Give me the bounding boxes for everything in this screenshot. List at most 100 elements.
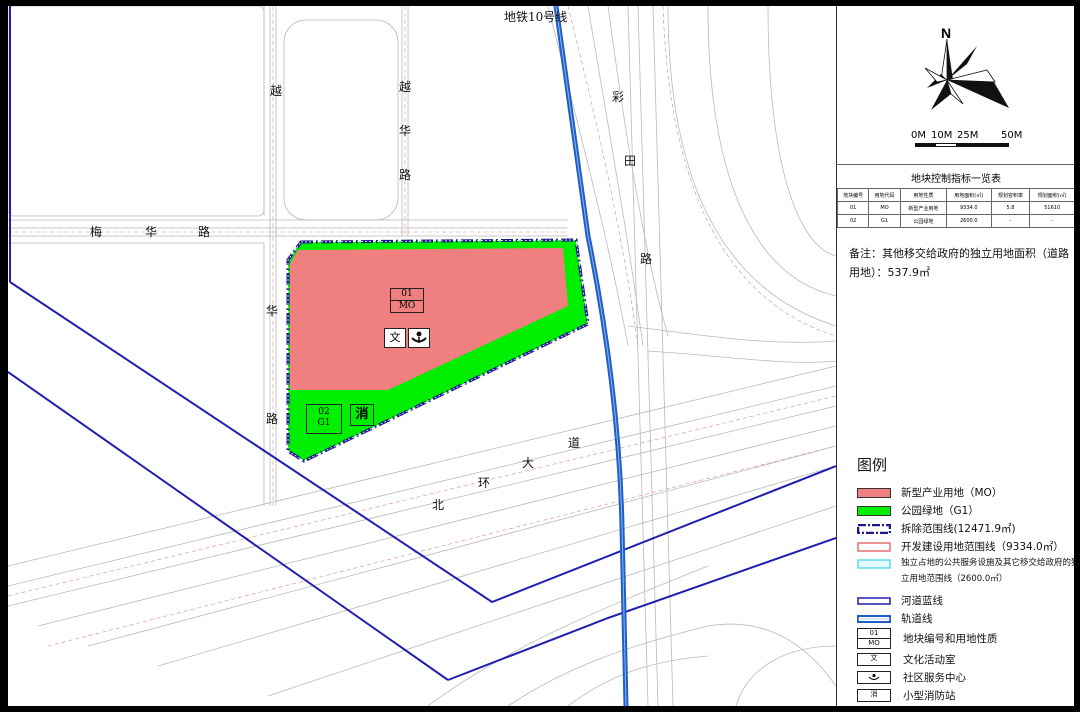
legend-swatch-demolition bbox=[857, 523, 891, 534]
road-caitian-char: 彩 bbox=[612, 90, 625, 104]
legend-culture-symbol: 文 bbox=[857, 653, 891, 666]
legend-swatch-river bbox=[857, 596, 891, 605]
legend-swatch-dev-boundary bbox=[857, 541, 891, 552]
legend-item: 公园绿地（G1） bbox=[857, 503, 979, 518]
road-meihua-char: 华 bbox=[145, 225, 158, 239]
table-header: 规划面积(㎡) bbox=[1029, 188, 1074, 202]
scale-label: 0M bbox=[911, 130, 926, 141]
legend-label: 公园绿地（G1） bbox=[901, 505, 979, 517]
table-header: 用地性质 bbox=[899, 188, 947, 202]
legend-swatch-g1 bbox=[857, 505, 891, 516]
road-meihua-char: 路 bbox=[198, 225, 211, 239]
road-yuehua-char: 越 bbox=[399, 80, 412, 94]
control-index-table: 地块编号 用地代码 用地性质 用地面积(㎡) 规划容积率 规划面积(㎡) 01 … bbox=[836, 188, 1074, 228]
legend-parcel-use: MO bbox=[858, 638, 890, 648]
parcel-02-code: 02 bbox=[318, 407, 330, 417]
table-cell: 01 bbox=[836, 201, 870, 215]
info-panel: N 0M 10M 25M 50M 地块控制指标一览表 地块编号 用地代码 用地性… bbox=[836, 6, 1074, 706]
road-beihuan-char: 北 bbox=[432, 498, 445, 512]
table-title: 地块控制指标一览表 bbox=[911, 174, 1001, 185]
note-text: 备注：其他移交给政府的独立用地面积（道路用地）：537.9㎡ bbox=[849, 247, 1069, 279]
compass-north: N bbox=[941, 25, 951, 41]
table-row: 02 G1 公园绿地 2600.0 - - bbox=[836, 214, 1074, 228]
legend-swatch-mo bbox=[857, 487, 891, 498]
scale-label: 25M bbox=[957, 130, 979, 141]
road-hualu-char: 路 bbox=[266, 412, 279, 426]
parcel-01-label: 01 MO bbox=[390, 288, 424, 313]
table-cell: G1 bbox=[868, 214, 901, 228]
legend-swatch-rail bbox=[857, 614, 891, 623]
culture-room-char: 文 bbox=[389, 331, 401, 344]
legend-swatch-public-facility bbox=[857, 559, 891, 569]
legend-label: 新型产业用地（MO） bbox=[901, 487, 1003, 499]
legend-label: 河道蓝线 bbox=[901, 595, 943, 607]
table-header-row: 地块编号 用地代码 用地性质 用地面积(㎡) 规划容积率 规划面积(㎡) bbox=[836, 188, 1074, 202]
road-meihua-char: 梅 bbox=[90, 225, 103, 239]
table-cell: 9334.0 bbox=[945, 201, 992, 215]
table-cell: 51610 bbox=[1029, 201, 1074, 215]
legend-parcel-code: 01 bbox=[869, 629, 879, 637]
scale-label: 50M bbox=[1001, 130, 1023, 141]
legend-label: 轨道线 bbox=[901, 613, 933, 625]
road-beihuan-char: 道 bbox=[568, 436, 581, 450]
legend-title: 图例 bbox=[857, 456, 888, 474]
parcel-01-code: 01 bbox=[401, 289, 413, 299]
map-sheet: 地铁10号线 越 越 华 路 彩 田 路 梅 华 路 华 路 北 环 大 道 0… bbox=[8, 6, 1074, 706]
legend-item: 消 小型消防站 bbox=[857, 688, 956, 703]
legend-fire-symbol: 消 bbox=[857, 689, 891, 702]
block-n bbox=[283, 19, 399, 221]
legend-parcel-symbol: 01 MO bbox=[857, 628, 891, 649]
compass-icon: N bbox=[924, 25, 1009, 110]
legend-label: 地块编号和用地性质 bbox=[903, 633, 998, 645]
legend-label: 开发建设用地范围线（9334.0㎡） bbox=[901, 541, 1064, 553]
scale-bar: 0M 10M 25M 50M bbox=[911, 130, 1022, 148]
road-yuehua-char: 越 bbox=[270, 84, 283, 98]
road-hualu-char: 华 bbox=[266, 304, 279, 318]
table-cell: - bbox=[1029, 214, 1074, 228]
road-yuehua-char: 路 bbox=[399, 168, 412, 182]
legend-fire-char: 消 bbox=[870, 690, 878, 698]
legend-item: 拆除范围线(12471.9㎡) bbox=[857, 521, 1016, 536]
legend-item: 01 MO 地块编号和用地性质 bbox=[857, 628, 998, 649]
table-cell: 新型产业用地 bbox=[899, 201, 947, 215]
parcel-02-use: G1 bbox=[317, 418, 331, 428]
table-cell: - bbox=[990, 214, 1031, 228]
metro-label: 地铁10号线 bbox=[504, 10, 568, 24]
road-yuehua-char: 华 bbox=[399, 124, 412, 138]
legend-label: 文化活动室 bbox=[903, 654, 956, 666]
table-header: 规划容积率 bbox=[990, 188, 1031, 202]
metro-line bbox=[553, 6, 629, 706]
fire-station-marker: 消 bbox=[350, 404, 374, 426]
legend-item: 新型产业用地（MO） bbox=[857, 485, 1002, 500]
table-cell: 5.8 bbox=[990, 201, 1031, 215]
road-beihuan-char: 大 bbox=[522, 456, 535, 470]
legend-item: 文 文化活动室 bbox=[857, 652, 956, 667]
table-header: 地块编号 bbox=[836, 188, 870, 202]
table-row: 01 MO 新型产业用地 9334.0 5.8 51610 bbox=[836, 201, 1074, 215]
table-cell: 02 bbox=[836, 214, 870, 228]
legend-item: 河道蓝线 bbox=[857, 593, 943, 608]
parcel-mo-fill bbox=[290, 248, 568, 390]
legend-item: 社区服务中心 bbox=[857, 670, 966, 685]
road-caitian-char: 田 bbox=[624, 154, 637, 168]
scale-label: 10M bbox=[931, 130, 953, 141]
table-cell: MO bbox=[868, 201, 901, 215]
road-beihuan-char: 环 bbox=[478, 476, 491, 490]
parcel-02-label: 02 G1 bbox=[306, 404, 342, 434]
legend-item: 轨道线 bbox=[857, 611, 933, 626]
legend-item: 独立占地的公共服务设施及其它移交给政府的独立用地范围线（2600.0㎡） bbox=[857, 555, 1074, 587]
legend-culture-char: 文 bbox=[870, 654, 878, 662]
table-cell: 公园绿地 bbox=[899, 214, 947, 228]
culture-room-marker: 文 bbox=[384, 328, 406, 348]
fire-station-char: 消 bbox=[355, 407, 369, 422]
road-caitian-char: 路 bbox=[640, 252, 653, 266]
map-canvas bbox=[8, 6, 837, 706]
legend-label: 独立占地的公共服务设施及其它移交给政府的独立用地范围线（2600.0㎡） bbox=[901, 558, 1074, 584]
legend-label: 社区服务中心 bbox=[903, 672, 966, 684]
community-center-icon bbox=[408, 328, 430, 348]
legend-label: 小型消防站 bbox=[903, 690, 956, 702]
block-nw bbox=[8, 6, 265, 217]
map-area: 地铁10号线 越 越 华 路 彩 田 路 梅 华 路 华 路 北 环 大 道 0… bbox=[8, 6, 837, 706]
table-header: 用地面积(㎡) bbox=[945, 188, 992, 202]
community-center-icon bbox=[857, 671, 891, 684]
